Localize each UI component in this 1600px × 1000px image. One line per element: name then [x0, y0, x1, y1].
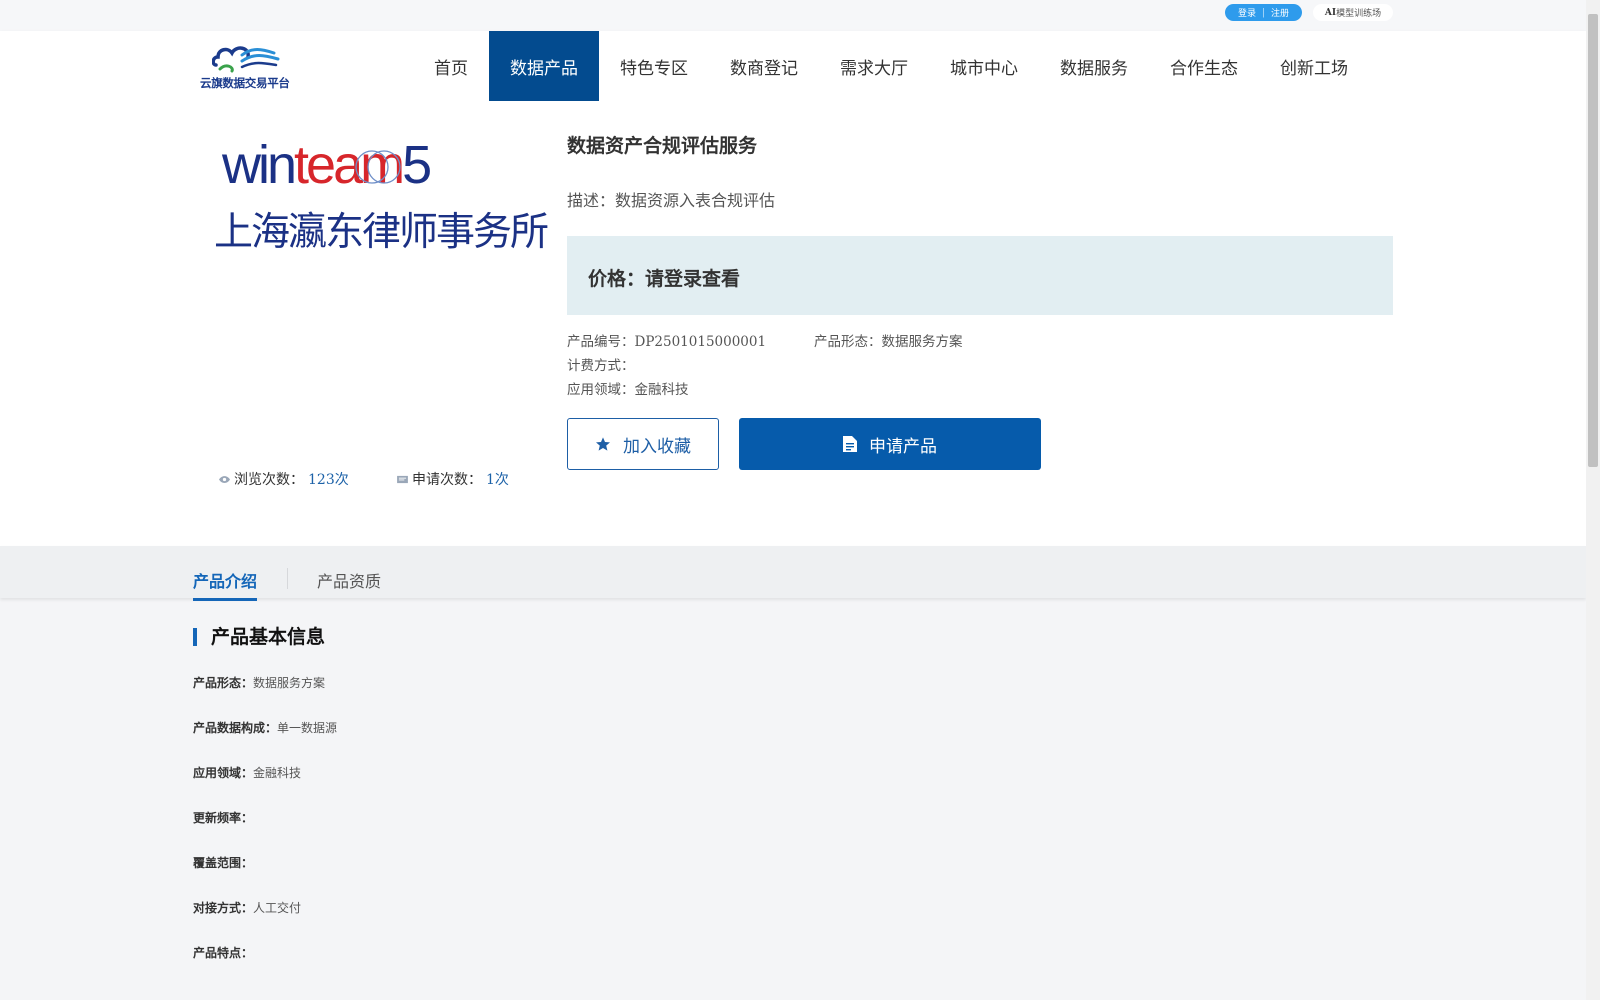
product-code: 产品编号：DP2501015000001 [567, 330, 766, 350]
tab-divider [287, 568, 288, 589]
product-logo: winteam5 上海瀛东律师事务所 [214, 135, 549, 275]
nav-item[interactable]: 创新工场 [1259, 31, 1369, 101]
page-scrollbar[interactable] [1586, 0, 1600, 1000]
info-value: 单一数据源 [277, 721, 338, 735]
info-row: 产品形态：数据服务方案 [193, 674, 325, 691]
brand-win: win [222, 135, 297, 195]
scrollbar-thumb[interactable] [1588, 14, 1598, 467]
brand-rings-icon [355, 150, 401, 184]
login-link[interactable]: 登录 [1238, 6, 1256, 19]
product-description: 描述：数据资源入表合规评估 [567, 191, 776, 210]
detail-tabs: 产品介绍 产品资质 [0, 546, 1586, 601]
applies-label: 申请次数： [412, 472, 482, 488]
apply-record-icon [397, 475, 408, 483]
product-code-label: 产品编号： [567, 334, 635, 350]
info-row: 应用领域：金融科技 [193, 764, 301, 781]
product-form: 产品形态：数据服务方案 [814, 330, 963, 350]
apply-product-label: 申请产品 [869, 436, 937, 457]
info-value: 人工交付 [253, 901, 302, 915]
ai-prefix: AI [1324, 7, 1337, 18]
product-code-value: DP2501015000001 [634, 334, 767, 350]
ai-training-link[interactable]: AI 模型训练场 [1313, 4, 1393, 21]
auth-divider: | [1261, 7, 1266, 18]
field-label: 应用领域： [567, 382, 635, 398]
billing-label: 计费方式： [567, 358, 635, 374]
main-nav: 首页 数据产品 特色专区 数商登记 需求大厅 城市中心 数据服务 合作生态 创新工场 [413, 31, 1369, 101]
nav-item[interactable]: 特色专区 [599, 31, 709, 101]
info-label: 产品形态： [193, 676, 254, 690]
register-link[interactable]: 注册 [1271, 6, 1289, 19]
info-row: 产品特点： [193, 944, 253, 961]
auth-pill: 登录 | 注册 [1225, 4, 1302, 21]
nav-item[interactable]: 合作生态 [1149, 31, 1259, 101]
add-favorite-label: 加入收藏 [623, 436, 691, 457]
price-text: 价格：请登录查看 [588, 268, 741, 290]
top-utility-bar: 登录 | 注册 AI 模型训练场 [0, 0, 1586, 31]
nav-item[interactable]: 城市中心 [929, 31, 1039, 101]
nav-item[interactable]: 需求大厅 [819, 31, 929, 101]
tab-product-intro[interactable]: 产品介绍 [193, 568, 258, 601]
document-icon [843, 436, 857, 452]
info-label: 应用领域： [193, 766, 254, 780]
star-icon [596, 437, 610, 451]
info-label: 覆盖范围： [193, 856, 254, 870]
eye-icon [219, 475, 230, 483]
add-favorite-button[interactable]: 加入收藏 [567, 418, 719, 470]
views-stat: 浏览次数： 123次 [219, 469, 349, 489]
nav-item[interactable]: 数据服务 [1039, 31, 1149, 101]
application-field: 应用领域：金融科技 [567, 378, 689, 398]
nav-item[interactable]: 数据产品 [489, 31, 599, 101]
brand-org-name: 上海瀛东律师事务所 [214, 210, 549, 255]
nav-item[interactable]: 数商登记 [709, 31, 819, 101]
logo-text: 云旗数据交易平台 [200, 76, 290, 90]
field-value: 金融科技 [634, 382, 689, 398]
info-row: 产品数据构成：单一数据源 [193, 719, 337, 736]
info-row: 对接方式：人工交付 [193, 899, 301, 916]
info-label: 产品特点： [193, 946, 254, 960]
site-header: 云旗数据交易平台 首页 数据产品 特色专区 数商登记 需求大厅 城市中心 数据服务 合作生态创… [0, 31, 1586, 102]
nav-item[interactable]: 首页 [413, 31, 489, 101]
apply-product-button[interactable]: 申请产品 [739, 418, 1041, 470]
info-label: 产品数据构成： [193, 721, 278, 735]
info-value: 金融科技 [253, 766, 302, 780]
billing-method: 计费方式： [567, 354, 635, 374]
views-count: 123次 [308, 472, 349, 488]
tab-product-qualification[interactable]: 产品资质 [317, 568, 381, 592]
views-label: 浏览次数： [234, 472, 304, 488]
price-box: 价格：请登录查看 [567, 236, 1393, 315]
site-logo[interactable]: 云旗数据交易平台 [200, 41, 300, 93]
basic-info-title: 产品基本信息 [193, 628, 325, 647]
info-label: 更新频率： [193, 811, 254, 825]
info-label: 对接方式： [193, 901, 254, 915]
info-row: 覆盖范围： [193, 854, 253, 871]
applies-stat: 申请次数： 1次 [397, 469, 509, 489]
ai-suffix: 模型训练场 [1336, 9, 1382, 19]
product-title: 数据资产合规评估服务 [567, 135, 758, 157]
cloud-logo-icon [212, 46, 280, 73]
applies-count: 1次 [486, 472, 509, 488]
info-value: 数据服务方案 [253, 676, 326, 690]
product-form-value: 数据服务方案 [881, 334, 963, 350]
product-form-label: 产品形态： [814, 334, 882, 350]
info-row: 更新频率： [193, 809, 253, 826]
